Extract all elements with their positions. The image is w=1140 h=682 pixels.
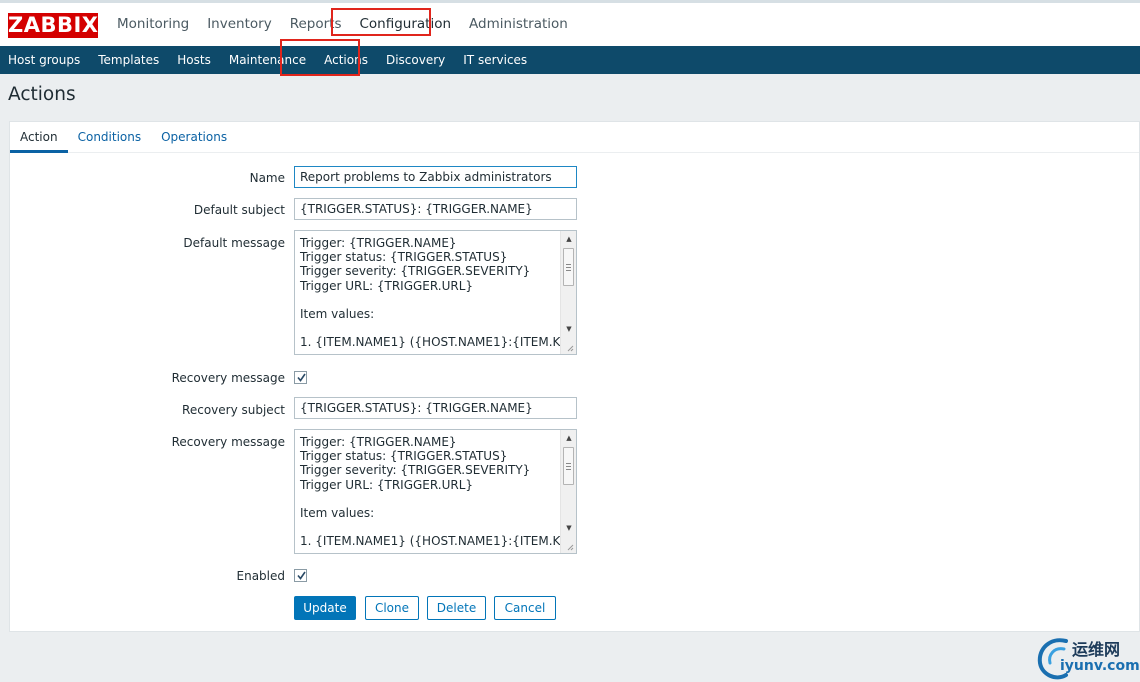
top-nav-reports[interactable]: Reports — [281, 3, 351, 46]
sub-nav-bar: Host groups Templates Hosts Maintenance … — [0, 46, 1140, 74]
default-message-scrollbar[interactable]: ▲ ▼ — [560, 231, 576, 354]
name-input[interactable]: Report problems to Zabbix administrators — [294, 166, 577, 188]
form-tabs: Action Conditions Operations — [10, 122, 1139, 153]
recovery-message-scrollbar[interactable]: ▲ ▼ — [560, 430, 576, 553]
tab-action[interactable]: Action — [10, 122, 68, 153]
delete-button[interactable]: Delete — [427, 596, 486, 620]
default-message-text: Trigger: {TRIGGER.NAME} Trigger status: … — [300, 236, 576, 350]
zabbix-logo[interactable]: ZABBIX — [8, 13, 98, 38]
sub-nav: Host groups Templates Hosts Maintenance … — [0, 46, 1140, 74]
recovery-subject-label: Recovery subject — [182, 403, 285, 417]
sub-nav-maintenance[interactable]: Maintenance — [220, 46, 315, 74]
tab-operations[interactable]: Operations — [151, 122, 237, 153]
checkmark-icon — [297, 373, 306, 382]
sub-nav-it-services[interactable]: IT services — [454, 46, 536, 74]
sub-nav-host-groups[interactable]: Host groups — [0, 46, 89, 74]
sub-nav-discovery[interactable]: Discovery — [377, 46, 454, 74]
top-nav-configuration[interactable]: Configuration — [350, 3, 460, 46]
sub-nav-hosts[interactable]: Hosts — [168, 46, 220, 74]
resize-grip-icon[interactable] — [566, 543, 574, 551]
scroll-down-arrow-icon[interactable]: ▼ — [561, 521, 576, 535]
update-button[interactable]: Update — [294, 596, 356, 620]
top-nav-administration[interactable]: Administration — [460, 3, 577, 46]
cancel-button[interactable]: Cancel — [494, 596, 556, 620]
scroll-thumb[interactable] — [563, 248, 574, 286]
scroll-thumb[interactable] — [563, 447, 574, 485]
name-label: Name — [249, 171, 285, 185]
scroll-up-arrow-icon[interactable]: ▲ — [561, 232, 576, 246]
sub-nav-templates[interactable]: Templates — [89, 46, 168, 74]
recovery-message-checkbox[interactable] — [294, 371, 307, 384]
recovery-message-textarea[interactable]: Trigger: {TRIGGER.NAME} Trigger status: … — [294, 429, 577, 554]
resize-grip-icon[interactable] — [566, 344, 574, 352]
top-nav-inventory[interactable]: Inventory — [198, 3, 280, 46]
recovery-message-text: Trigger: {TRIGGER.NAME} Trigger status: … — [300, 435, 576, 549]
top-nav: Monitoring Inventory Reports Configurati… — [108, 3, 577, 46]
clone-button[interactable]: Clone — [365, 596, 419, 620]
recovery-message-checkbox-label: Recovery message — [171, 371, 285, 385]
top-nav-monitoring[interactable]: Monitoring — [108, 3, 198, 46]
enabled-checkbox[interactable] — [294, 569, 307, 582]
scroll-up-arrow-icon[interactable]: ▲ — [561, 431, 576, 445]
default-message-label: Default message — [183, 236, 285, 250]
top-header: ZABBIX Monitoring Inventory Reports Conf… — [0, 0, 1140, 46]
enabled-label: Enabled — [236, 569, 286, 583]
tab-conditions[interactable]: Conditions — [68, 122, 152, 153]
page-title: Actions — [8, 84, 76, 105]
default-message-textarea[interactable]: Trigger: {TRIGGER.NAME} Trigger status: … — [294, 230, 577, 355]
recovery-subject-input[interactable]: {TRIGGER.STATUS}: {TRIGGER.NAME} — [294, 397, 577, 419]
watermark-cn-text: 运维网 — [1072, 640, 1121, 659]
sub-nav-actions[interactable]: Actions — [315, 46, 377, 74]
default-subject-label: Default subject — [193, 203, 285, 217]
recovery-message-label: Recovery message — [171, 435, 285, 449]
iyunv-watermark: 运维网 iyunv.com — [1036, 634, 1140, 682]
scroll-down-arrow-icon[interactable]: ▼ — [561, 322, 576, 336]
default-subject-input[interactable]: {TRIGGER.STATUS}: {TRIGGER.NAME} — [294, 198, 577, 220]
action-form-panel: Action Conditions Operations Name Report… — [9, 121, 1140, 632]
watermark-en-text: iyunv.com — [1060, 658, 1140, 674]
checkmark-icon — [297, 571, 306, 580]
